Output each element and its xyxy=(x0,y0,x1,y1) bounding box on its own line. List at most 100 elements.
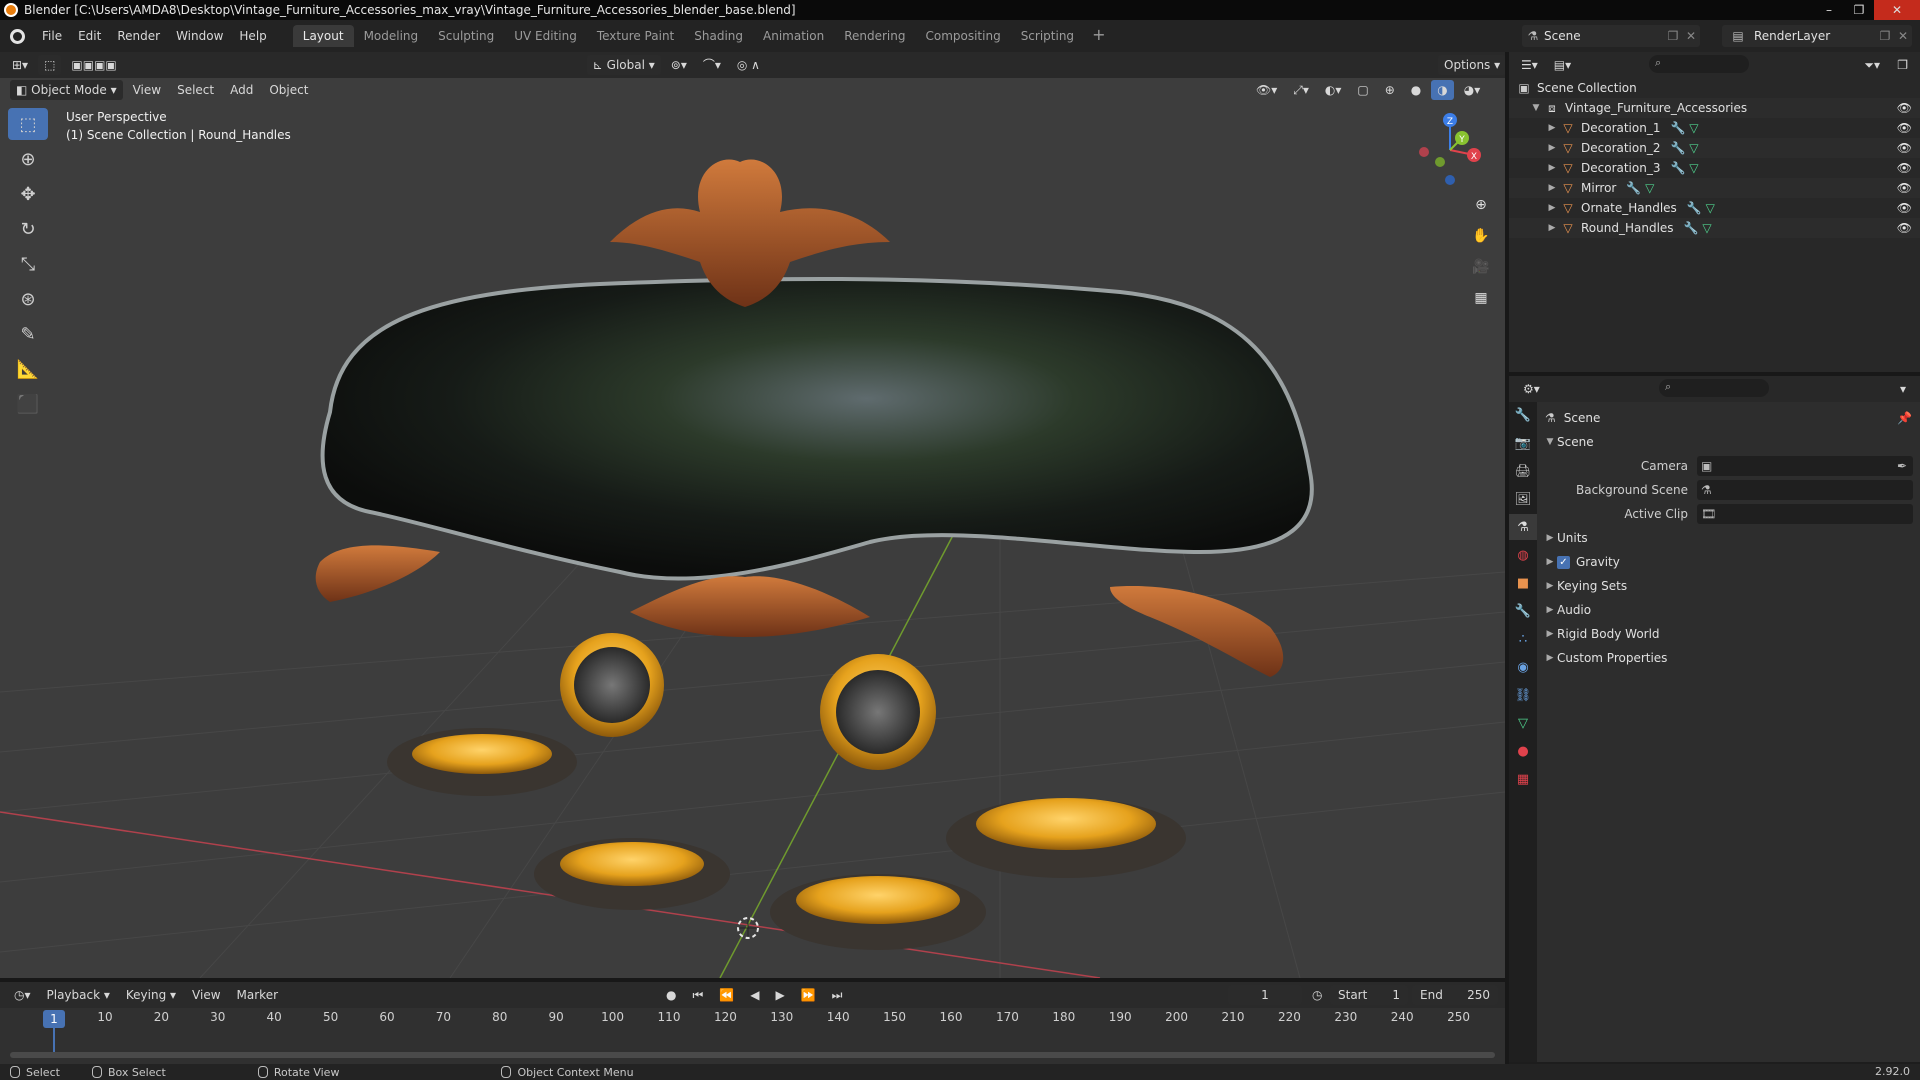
pivot-icon[interactable]: ⊚▾ xyxy=(665,55,693,75)
editor-type-icon[interactable]: ⊞▾ xyxy=(6,55,34,75)
outliner-item-decoration-2[interactable]: ▶ ▽ Decoration_2 🔧 ▽ 👁 xyxy=(1509,138,1920,158)
menu-marker[interactable]: Marker xyxy=(231,985,284,1005)
filter-icon[interactable]: ⏷▾ xyxy=(1858,55,1886,75)
3d-cursor[interactable] xyxy=(737,917,759,939)
current-frame-field[interactable]: 1 xyxy=(1228,985,1302,1005)
tab-sculpting[interactable]: Sculpting xyxy=(428,25,504,47)
pin-icon[interactable]: 📌 xyxy=(1897,411,1912,425)
rotate-icon[interactable]: ↻ xyxy=(8,213,48,245)
scene-tab-icon[interactable]: ⚗ xyxy=(1509,514,1537,540)
xray-icon[interactable]: ▢ xyxy=(1351,80,1374,100)
outliner-scene-collection[interactable]: ▣ Scene Collection xyxy=(1509,78,1920,98)
preview-range-icon[interactable]: ◷ xyxy=(1306,985,1328,1005)
menu-edit[interactable]: Edit xyxy=(70,25,109,47)
eyedropper-icon[interactable]: ✒ xyxy=(1897,459,1907,473)
ornate-handle-4[interactable] xyxy=(946,798,1186,878)
timeline-scrollbar[interactable] xyxy=(10,1052,1495,1058)
properties-search-input[interactable]: ⌕ xyxy=(1659,379,1769,397)
material-tab-icon[interactable]: ● xyxy=(1509,738,1537,764)
tab-modeling[interactable]: Modeling xyxy=(354,25,429,47)
playhead-frame[interactable]: 1 xyxy=(43,1010,65,1028)
select-mode-icon[interactable]: ⬚ xyxy=(38,55,62,75)
texture-tab-icon[interactable]: ▦ xyxy=(1509,766,1537,792)
decoration-center[interactable] xyxy=(630,576,870,637)
outliner-search-input[interactable]: ⌕ xyxy=(1649,55,1749,73)
new-collection-icon[interactable]: ❐ xyxy=(1891,55,1914,75)
output-tab-icon[interactable]: 🖨 xyxy=(1509,458,1537,484)
add-cube-icon[interactable]: ⬛ xyxy=(8,388,48,420)
panel-audio[interactable]: ▶ Audio xyxy=(1537,598,1920,622)
tab-layout[interactable]: Layout xyxy=(292,25,354,47)
eye-icon[interactable]: 👁 xyxy=(1897,181,1912,195)
eye-icon[interactable]: 👁 xyxy=(1897,121,1912,135)
constraints-tab-icon[interactable]: ⛓ xyxy=(1509,682,1537,708)
ornate-handle-2[interactable] xyxy=(534,838,730,910)
expand-object-icon[interactable]: ▶ xyxy=(1545,143,1559,153)
eye-icon[interactable]: 👁 xyxy=(1897,101,1912,115)
eye-icon[interactable]: 👁 xyxy=(1897,221,1912,235)
options-dropdown[interactable]: Options ▾ xyxy=(1438,55,1505,75)
display-mode-icon[interactable]: ▤▾ xyxy=(1548,55,1577,75)
tab-scripting[interactable]: Scripting xyxy=(1011,25,1084,47)
copy-renderlayer-icon[interactable]: ❐ xyxy=(1876,29,1894,43)
shading-rendered-icon[interactable]: ◕▾ xyxy=(1458,80,1487,100)
menu-object[interactable]: Object xyxy=(263,80,314,100)
tab-shading[interactable]: Shading xyxy=(684,25,753,47)
jump-end-icon[interactable]: ⏭ xyxy=(826,985,849,1005)
mesh-data-icon[interactable]: ▽ xyxy=(1689,161,1698,175)
physics-tab-icon[interactable]: ◉ xyxy=(1509,654,1537,680)
menu-help[interactable]: Help xyxy=(231,25,274,47)
prev-keyframe-icon[interactable]: ⏪ xyxy=(713,985,740,1005)
gravity-checkbox[interactable]: ✓ xyxy=(1557,555,1570,569)
view-layer-tab-icon[interactable]: 🖼 xyxy=(1509,486,1537,512)
data-tab-icon[interactable]: ▽ xyxy=(1509,710,1537,736)
scale-icon[interactable]: ⤡ xyxy=(8,248,48,280)
maximize-button[interactable]: ❐ xyxy=(1844,0,1874,20)
mesh-data-icon[interactable]: ▽ xyxy=(1706,201,1715,215)
outliner-item-round-handles[interactable]: ▶ ▽ Round_Handles 🔧 ▽ 👁 xyxy=(1509,218,1920,238)
panel-keying-sets[interactable]: ▶ Keying Sets xyxy=(1537,574,1920,598)
add-workspace-button[interactable]: + xyxy=(1084,25,1113,47)
world-tab-icon[interactable]: ◍ xyxy=(1509,542,1537,568)
snap-icon[interactable]: ⌒▾ xyxy=(697,55,727,75)
mesh-data-icon[interactable]: ▽ xyxy=(1689,121,1698,135)
outliner-item-decoration-3[interactable]: ▶ ▽ Decoration_3 🔧 ▽ 👁 xyxy=(1509,158,1920,178)
mesh-data-icon[interactable]: ▽ xyxy=(1702,221,1711,235)
end-frame-field[interactable]: End 250 xyxy=(1412,985,1498,1005)
panel-units[interactable]: ▶ Units xyxy=(1537,526,1920,550)
panel-rigid-body-world[interactable]: ▶ Rigid Body World xyxy=(1537,622,1920,646)
eye-icon[interactable]: 👁 xyxy=(1897,141,1912,155)
background-scene-field[interactable]: ⚗ xyxy=(1697,480,1913,500)
camera-view-icon[interactable]: 🎥 xyxy=(1468,254,1494,280)
annotate-icon[interactable]: ✎ xyxy=(8,318,48,350)
menu-window[interactable]: Window xyxy=(168,25,231,47)
expand-object-icon[interactable]: ▶ xyxy=(1545,163,1559,173)
menu-view[interactable]: View xyxy=(127,80,167,100)
menu-timeline-view[interactable]: View xyxy=(186,985,226,1005)
menu-add[interactable]: Add xyxy=(224,80,259,100)
next-keyframe-icon[interactable]: ⏩ xyxy=(795,985,822,1005)
zoom-icon[interactable]: ⊕ xyxy=(1468,192,1494,218)
shading-material-icon[interactable]: ◑ xyxy=(1431,80,1454,100)
3d-viewport[interactable]: ⊞▾ ⬚ ▣▣▣▣ ⊾ Global ▾ ⊚▾ ⌒▾ ◎ ∧ Options ▾… xyxy=(0,52,1505,978)
minimize-button[interactable]: – xyxy=(1814,0,1844,20)
play-reverse-icon[interactable]: ◀ xyxy=(744,985,765,1005)
eye-icon[interactable]: 👁 xyxy=(1897,201,1912,215)
panel-gravity[interactable]: ▶ ✓ Gravity xyxy=(1537,550,1920,574)
tab-animation[interactable]: Animation xyxy=(753,25,834,47)
camera-field[interactable]: ▣ ✒ xyxy=(1697,456,1913,476)
expand-object-icon[interactable]: ▶ xyxy=(1545,183,1559,193)
expand-object-icon[interactable]: ▶ xyxy=(1545,123,1559,133)
round-handle-1[interactable] xyxy=(560,633,664,737)
menu-playback[interactable]: Playback ▾ xyxy=(41,985,116,1005)
visibility-icon[interactable]: 👁▾ xyxy=(1250,80,1283,100)
outliner-item-decoration-1[interactable]: ▶ ▽ Decoration_1 🔧 ▽ 👁 xyxy=(1509,118,1920,138)
play-icon[interactable]: ▶ xyxy=(769,985,790,1005)
expand-collection-icon[interactable]: ▼ xyxy=(1529,103,1543,113)
outliner-collection[interactable]: ▼ ⧈ Vintage_Furniture_Accessories 👁 xyxy=(1509,98,1920,118)
outliner-item-mirror[interactable]: ▶ ▽ Mirror 🔧 ▽ 👁 xyxy=(1509,178,1920,198)
tab-rendering[interactable]: Rendering xyxy=(834,25,915,47)
mesh-data-icon[interactable]: ▽ xyxy=(1645,181,1654,195)
shading-solid-icon[interactable]: ● xyxy=(1405,80,1427,100)
eye-icon[interactable]: 👁 xyxy=(1897,161,1912,175)
